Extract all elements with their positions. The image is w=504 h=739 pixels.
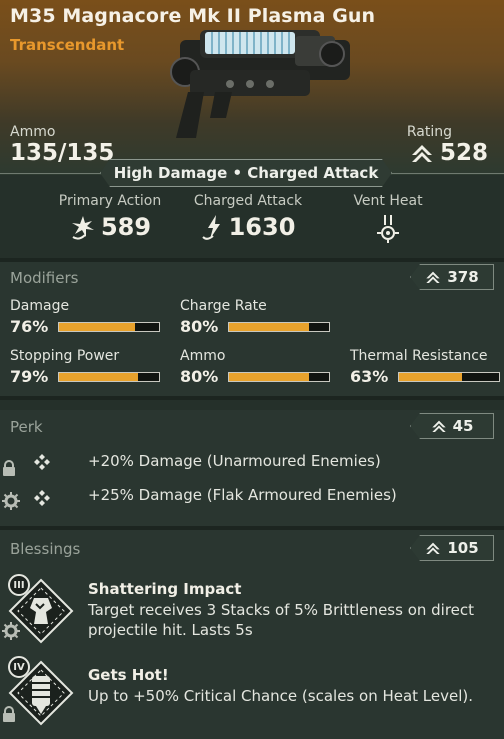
stat-ammo: Ammo 80% [180, 348, 330, 386]
charged-attack-value: 1630 [228, 213, 296, 241]
stat-name: Stopping Power [10, 348, 120, 364]
lock-icon [3, 706, 15, 722]
vent-heat[interactable]: Vent Heat [338, 193, 438, 243]
primary-action-value: 589 [100, 213, 152, 241]
stat-name: Charge Rate [180, 298, 267, 314]
blessing-name: Gets Hot! [88, 666, 169, 684]
stat-bar [58, 371, 160, 382]
divider [0, 396, 504, 400]
stat-bar-fill [229, 372, 309, 381]
stat-percent: 79% [10, 367, 49, 386]
blessing-tier-badge: IV [8, 656, 30, 678]
blessings-title: Blessings [10, 540, 81, 558]
blessing-name: Shattering Impact [88, 580, 242, 598]
rating-chevron-icon [426, 542, 441, 554]
blessing-description: Up to +50% Critical Chance (scales on He… [88, 687, 474, 705]
perk-item[interactable]: +25% Damage (Flak Armoured Enemies) [0, 486, 504, 512]
weapon-card: M35 Magnacore Mk II Plasma Gun Transcend… [0, 0, 504, 739]
weapon-rarity: Transcendant [10, 36, 125, 54]
ammo-value: 135/135 [10, 140, 115, 166]
modifiers-section: Modifiers 378 Damage 76% Charge Rate 80%… [0, 262, 504, 396]
blessing-tier: IV [13, 661, 25, 673]
primary-action[interactable]: Primary Action 589 [52, 193, 168, 241]
gear-icon [2, 622, 20, 640]
perk-diamond-icon [34, 454, 50, 470]
perk-text: +25% Damage (Flak Armoured Enemies) [88, 486, 397, 504]
charged-attack[interactable]: Charged Attack 1630 [186, 193, 310, 241]
stat-bar-fill [399, 372, 462, 381]
charged-attack-icon [201, 215, 220, 240]
rating-chevron-icon [426, 271, 441, 283]
perk-title: Perk [10, 418, 43, 436]
blessing-tier: III [13, 579, 25, 591]
modifiers-score-badge: 378 [410, 264, 494, 290]
rating-value: 528 [410, 140, 488, 166]
banner-line-left [0, 173, 100, 174]
stat-bar [398, 371, 500, 382]
primary-action-label: Primary Action [58, 193, 162, 209]
blessing-item[interactable]: IV Gets Hot! Up to +50% Critical Chance … [0, 656, 504, 728]
stat-bar-fill [229, 322, 309, 331]
stat-bar-fill [59, 322, 135, 331]
gear-icon [2, 492, 20, 510]
stat-name: Ammo [180, 348, 226, 364]
blessings-score-badge: 105 [410, 535, 494, 561]
stat-bar-fill [59, 372, 138, 381]
weapon-traits-banner: High Damage • Charged Attack [100, 159, 392, 187]
perk-item[interactable]: +20% Damage (Unarmoured Enemies) [0, 450, 504, 476]
blessing-tier-badge: III [8, 574, 30, 596]
blessings-score: 105 [447, 539, 479, 557]
perk-text: +20% Damage (Unarmoured Enemies) [88, 452, 381, 470]
stat-name: Damage [10, 298, 70, 314]
vent-heat-icon [377, 215, 399, 243]
lock-icon [3, 460, 15, 476]
plasma-gun-image [170, 30, 350, 138]
perk-score: 45 [452, 417, 474, 435]
stat-bar [58, 321, 160, 332]
rating-chevron-icon [411, 145, 432, 162]
perk-section: Perk 45 +20% Damage (Unarmoured Enemies) [0, 410, 504, 526]
perk-diamond-icon [34, 490, 50, 506]
stat-percent: 80% [180, 317, 219, 336]
stat-bar [228, 321, 330, 332]
banner-line-right [392, 173, 504, 174]
stat-thermal-resistance: Thermal Resistance 63% [350, 348, 500, 386]
stat-percent: 80% [180, 367, 219, 386]
weapon-header: M35 Magnacore Mk II Plasma Gun Transcend… [0, 0, 504, 175]
charged-attack-label: Charged Attack [193, 193, 303, 209]
rating-label: Rating [406, 124, 452, 140]
perk-score-badge: 45 [410, 413, 494, 439]
stat-name: Thermal Resistance [350, 348, 488, 364]
blessings-section: Blessings 105 III Shattering Impact Targ… [0, 530, 504, 739]
blessing-description: Target receives 3 Stacks of 5% Brittlene… [88, 601, 475, 639]
blessing-item[interactable]: III Shattering Impact Target receives 3 … [0, 572, 504, 644]
rating-number: 528 [439, 140, 488, 166]
stat-percent: 63% [350, 367, 389, 386]
modifiers-title: Modifiers [10, 269, 79, 287]
vent-heat-label: Vent Heat [353, 193, 423, 209]
stat-bar [228, 371, 330, 382]
stat-damage: Damage 76% [10, 298, 160, 336]
stat-percent: 76% [10, 317, 49, 336]
primary-attack-icon [71, 216, 94, 240]
stat-charge-rate: Charge Rate 80% [180, 298, 330, 336]
stat-stopping-power: Stopping Power 79% [10, 348, 160, 386]
modifiers-score: 378 [447, 268, 479, 286]
ammo-label: Ammo [10, 124, 56, 140]
rating-chevron-icon [431, 420, 446, 432]
